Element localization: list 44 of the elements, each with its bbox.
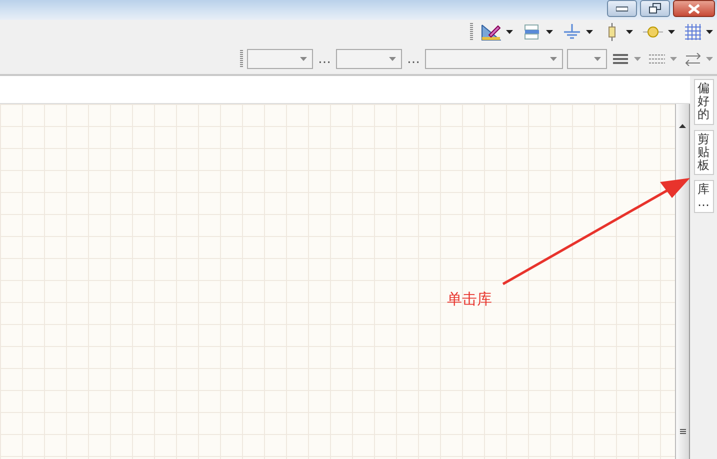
- line-style-button[interactable]: [647, 52, 679, 66]
- caret-icon: [550, 57, 557, 61]
- pencil-ruler-button[interactable]: [479, 22, 515, 42]
- minimize-button[interactable]: [607, 0, 637, 17]
- scroll-grip-icon: [680, 429, 686, 434]
- scroll-up-arrow-icon: [679, 124, 686, 128]
- caret-icon: [594, 57, 601, 61]
- caret-icon: [506, 30, 513, 34]
- ellipsis-button[interactable]: …: [317, 52, 332, 66]
- node-button[interactable]: [641, 24, 677, 40]
- minimize-icon: [616, 6, 628, 12]
- caret-icon: [706, 57, 713, 61]
- swap-arrows-icon: [685, 52, 701, 66]
- annotation-label: 单击库: [447, 290, 492, 309]
- caret-icon: [586, 30, 593, 34]
- caret-icon: [626, 30, 633, 34]
- side-tab[interactable]: 剪贴板: [694, 130, 714, 176]
- caret-icon: [706, 30, 713, 34]
- grid-button[interactable]: [683, 23, 715, 41]
- caret-icon: [668, 30, 675, 34]
- toolbar-grip: [240, 50, 243, 68]
- caret-icon: [634, 57, 641, 61]
- restore-button[interactable]: [640, 0, 670, 17]
- lines-icon: [613, 52, 629, 66]
- ellipsis-button[interactable]: …: [406, 52, 421, 66]
- ground-button[interactable]: [561, 23, 595, 41]
- side-tab[interactable]: 库…: [694, 180, 714, 212]
- stacked-rectangles-icon: [523, 24, 541, 40]
- pencil-ruler-icon: [481, 23, 501, 41]
- ground-icon: [563, 24, 581, 40]
- caret-icon: [300, 57, 307, 61]
- direction-button[interactable]: [683, 52, 715, 66]
- caret-icon: [389, 57, 396, 61]
- vertical-scrollbar[interactable]: [675, 104, 690, 459]
- dashed-lines-icon: [649, 52, 665, 66]
- close-button[interactable]: [673, 0, 715, 17]
- caret-icon: [670, 57, 677, 61]
- grid-icon: [685, 24, 701, 40]
- line-weight-button[interactable]: [611, 52, 643, 66]
- close-icon: [688, 4, 700, 14]
- toolbar-grip: [470, 23, 473, 41]
- caret-icon: [546, 30, 553, 34]
- side-tab[interactable]: 偏好的: [694, 79, 714, 125]
- restore-icon: [649, 3, 661, 14]
